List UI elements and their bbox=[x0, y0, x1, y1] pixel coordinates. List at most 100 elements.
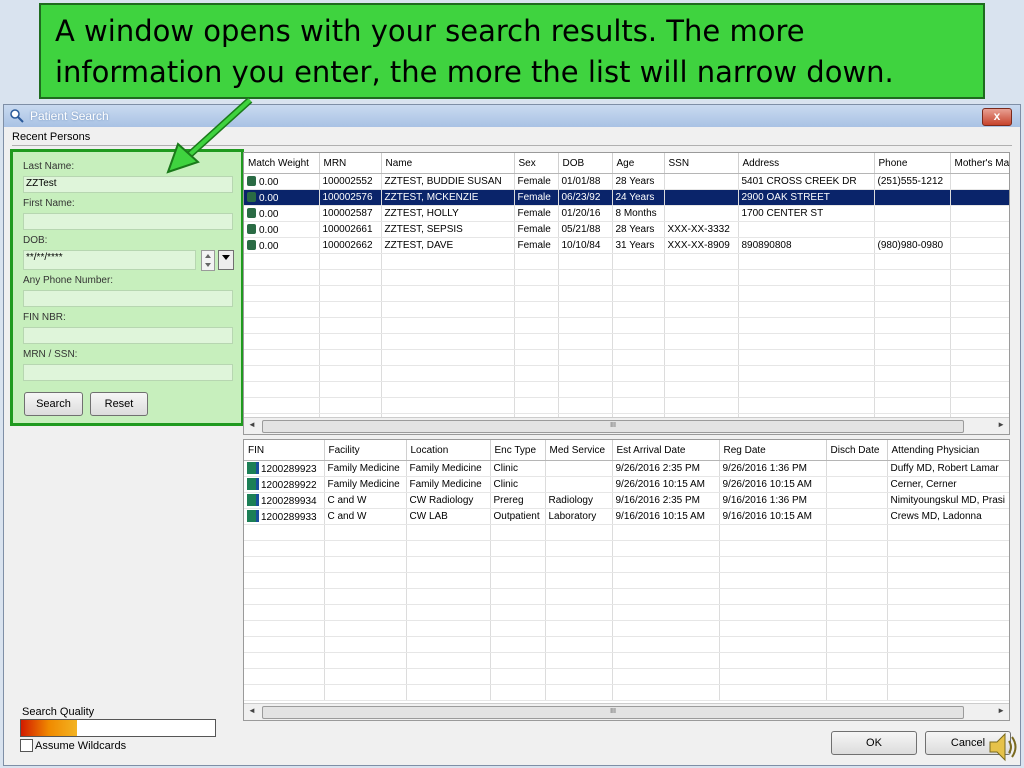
encounters-column-header[interactable]: Med Service bbox=[545, 440, 613, 461]
last-name-field[interactable]: ZZTest bbox=[23, 176, 233, 193]
encounters-empty-row bbox=[244, 620, 1009, 637]
ok-button[interactable]: OK bbox=[831, 731, 917, 755]
persons-hscrollbar[interactable]: ◄ III ► bbox=[244, 417, 1009, 434]
encounters-cell: Family Medicine bbox=[324, 476, 407, 493]
reset-button[interactable]: Reset bbox=[90, 392, 148, 416]
persons-cell: 06/23/92 bbox=[558, 189, 613, 206]
persons-cell: ZZTEST, DAVE bbox=[381, 237, 515, 254]
persons-cell: 01/20/16 bbox=[558, 205, 613, 222]
persons-cell bbox=[664, 189, 739, 206]
persons-cell: ZZTEST, MCKENZIE bbox=[381, 189, 515, 206]
persons-empty-row bbox=[244, 317, 1009, 334]
persons-cell: Female bbox=[514, 205, 559, 222]
scroll-right-icon[interactable]: ► bbox=[997, 420, 1005, 429]
encounters-column-header[interactable]: Location bbox=[406, 440, 491, 461]
mrn-ssn-field[interactable] bbox=[23, 364, 233, 381]
encounters-cell: 9/16/2016 2:35 PM bbox=[612, 492, 720, 509]
person-icon bbox=[247, 175, 256, 186]
persons-column-header[interactable]: Mother's Ma bbox=[950, 153, 1009, 174]
encounters-cell: CW LAB bbox=[406, 508, 491, 525]
assume-wildcards-checkbox[interactable] bbox=[20, 739, 33, 752]
search-button[interactable]: Search bbox=[24, 392, 83, 416]
persons-column-header[interactable]: Age bbox=[612, 153, 665, 174]
persons-cell-text: 24 Years bbox=[615, 192, 655, 203]
encounters-cell: 9/16/2016 1:36 PM bbox=[719, 492, 827, 509]
encounters-cell: 9/26/2016 2:35 PM bbox=[612, 460, 720, 477]
encounters-cell-text: 9/26/2016 10:15 AM bbox=[722, 479, 813, 490]
encounters-column-header[interactable]: Enc Type bbox=[490, 440, 546, 461]
scroll-left-icon[interactable]: ◄ bbox=[248, 420, 256, 429]
persons-cell-text: Female bbox=[517, 192, 551, 203]
first-name-field[interactable] bbox=[23, 213, 233, 230]
close-button[interactable]: x bbox=[982, 108, 1012, 126]
tab-recent-persons[interactable]: Recent Persons bbox=[12, 131, 90, 143]
dob-dropdown-button[interactable] bbox=[218, 250, 234, 270]
encounters-column-header[interactable]: Attending Physician bbox=[887, 440, 1009, 461]
encounters-column-header[interactable]: Facility bbox=[324, 440, 407, 461]
title-bar: Patient Search x bbox=[4, 105, 1020, 127]
persons-column-header[interactable]: Sex bbox=[514, 153, 559, 174]
fin-field[interactable] bbox=[23, 327, 233, 344]
encounters-row[interactable]: 1200289923 Family Medicine Family Medicine… bbox=[244, 460, 1009, 477]
persons-column-header[interactable]: DOB bbox=[558, 153, 613, 174]
dob-field[interactable]: **/**/**** bbox=[23, 250, 196, 270]
encounters-column-header[interactable]: Est Arrival Date bbox=[612, 440, 720, 461]
persons-row[interactable]: 0.00 100002552 ZZTEST, BUDDIE SUSAN Female 0… bbox=[244, 173, 1009, 190]
encounters-column-header[interactable]: FIN bbox=[244, 440, 325, 461]
persons-column-header[interactable]: Phone bbox=[874, 153, 951, 174]
scroll-left-icon[interactable]: ◄ bbox=[248, 706, 256, 715]
persons-row[interactable]: 0.00 100002587 ZZTEST, HOLLY Female 01/20/16… bbox=[244, 205, 1009, 222]
speaker-icon[interactable] bbox=[988, 730, 1020, 764]
persons-empty-row bbox=[244, 349, 1009, 366]
encounters-body: 1200289923 Family Medicine Family Medicine… bbox=[244, 460, 1009, 701]
encounters-hscrollbar[interactable]: ◄ III ► bbox=[244, 703, 1009, 720]
persons-cell: 28 Years bbox=[612, 221, 665, 238]
persons-cell-text: 01/01/88 bbox=[561, 176, 601, 187]
persons-cell bbox=[950, 173, 1009, 190]
persons-cell-text: ZZTEST, BUDDIE SUSAN bbox=[384, 176, 502, 187]
persons-cell bbox=[874, 205, 951, 222]
encounters-cell: 9/16/2016 10:15 AM bbox=[719, 508, 827, 525]
persons-row[interactable]: 0.00 100002576 ZZTEST, MCKENZIE Female 06/23… bbox=[244, 189, 1009, 206]
scroll-right-icon[interactable]: ► bbox=[997, 706, 1005, 715]
encounters-column-header[interactable]: Disch Date bbox=[826, 440, 888, 461]
encounters-cell: 9/26/2016 10:15 AM bbox=[612, 476, 720, 493]
encounters-empty-row bbox=[244, 588, 1009, 605]
person-icon bbox=[247, 191, 256, 202]
encounters-cell: Laboratory bbox=[545, 508, 613, 525]
persons-cell: ZZTEST, HOLLY bbox=[381, 205, 515, 222]
persons-cell-text: 10/10/84 bbox=[561, 240, 601, 251]
encounters-cell bbox=[826, 460, 888, 477]
persons-cell: Female bbox=[514, 189, 559, 206]
persons-cell: 0.00 bbox=[244, 189, 320, 206]
encounters-scroll-thumb[interactable]: III bbox=[262, 706, 964, 719]
encounters-column-header[interactable]: Reg Date bbox=[719, 440, 827, 461]
dob-spinner[interactable] bbox=[201, 250, 215, 271]
encounters-cell: Clinic bbox=[490, 460, 546, 477]
encounters-grid: FIN Facility Location Enc Type Med Service Es… bbox=[243, 439, 1010, 721]
phone-field[interactable] bbox=[23, 290, 233, 307]
persons-cell bbox=[664, 205, 739, 222]
persons-column-header[interactable]: SSN bbox=[664, 153, 739, 174]
encounters-cell-text: 1200289922 bbox=[261, 480, 317, 491]
encounters-row[interactable]: 1200289934 C and W CW Radiology Prereg Radio… bbox=[244, 492, 1009, 509]
persons-cell bbox=[738, 221, 875, 238]
persons-cell bbox=[950, 221, 1009, 238]
persons-column-header[interactable]: MRN bbox=[319, 153, 382, 174]
persons-cell: Female bbox=[514, 173, 559, 190]
persons-column-header[interactable]: Address bbox=[738, 153, 875, 174]
persons-row[interactable]: 0.00 100002661 ZZTEST, SEPSIS Female 05/21/8… bbox=[244, 221, 1009, 238]
dob-label: DOB: bbox=[23, 235, 48, 246]
persons-scroll-thumb[interactable]: III bbox=[262, 420, 964, 433]
encounters-row[interactable]: 1200289933 C and W CW LAB Outpatient Laborat… bbox=[244, 508, 1009, 525]
persons-row[interactable]: 0.00 100002662 ZZTEST, DAVE Female 10/10/84 3… bbox=[244, 237, 1009, 254]
encounters-cell: C and W bbox=[324, 508, 407, 525]
encounters-row[interactable]: 1200289922 Family Medicine Family Medicine… bbox=[244, 476, 1009, 493]
persons-cell: XXX-XX-3332 bbox=[664, 221, 739, 238]
persons-cell-text: ZZTEST, HOLLY bbox=[384, 208, 459, 219]
search-quality-fill bbox=[21, 720, 77, 736]
persons-cell: 100002552 bbox=[319, 173, 382, 190]
persons-cell: 01/01/88 bbox=[558, 173, 613, 190]
persons-column-header[interactable]: Name bbox=[381, 153, 515, 174]
persons-cell: (980)980-0980 bbox=[874, 237, 951, 254]
